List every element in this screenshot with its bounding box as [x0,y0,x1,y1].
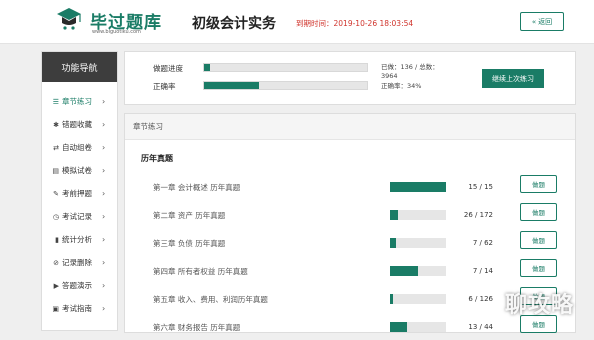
do-questions-button[interactable]: 做题 [520,203,557,221]
chapter-progress-bar [390,182,446,192]
panel-title: 章节练习 [125,114,575,140]
sidebar-item-chapter-practice[interactable]: ☰ 章节练习 › [42,90,119,113]
chevron-right-icon: › [102,166,106,175]
do-questions-button[interactable]: 做题 [520,231,557,249]
chapter-name: 第二章 资产 历年真题 [153,211,226,220]
bar-chart-icon: ▮ [55,235,59,244]
chapter-progress-fill [390,294,393,304]
watermark: 聊攻略 [505,293,575,318]
chapter-count: 13 / 44 [468,323,493,331]
chapter-progress-fill [390,266,418,276]
logo-url: www.biguotiku.com [92,29,141,35]
accuracy-label: 正确率 [153,82,176,91]
progress-bar [203,63,368,72]
chapter-progress-fill [390,182,446,192]
accuracy-text: 正确率：34% [381,82,422,90]
back-button[interactable]: « 返回 [520,12,564,31]
chevron-right-icon: › [102,120,106,129]
clock-icon: ◷ [52,212,59,221]
graduation-cap-logo-icon [57,8,81,30]
sidebar-item-label: 统计分析 [62,235,92,244]
chapter-progress-bar [390,210,446,220]
chapter-progress-bar [390,266,446,276]
sidebar-item-statistics[interactable]: ▮ 统计分析 › [42,228,119,251]
chapter-count: 7 / 14 [472,267,493,275]
page-title: 初级会计实务 [192,16,276,32]
chapter-count: 15 / 15 [468,183,493,191]
chapter-name: 第四章 所有者权益 历年真题 [153,267,248,276]
chapter-count: 26 / 172 [463,211,493,219]
logo[interactable]: 毕过题库 www.biguotiku.com [52,4,186,38]
chevron-right-icon: › [102,235,106,244]
chapter-row: 第四章 所有者权益 历年真题 7 / 14 做题 [125,256,577,284]
chevron-right-icon: › [102,189,106,198]
chapter-row: 第二章 资产 历年真题 26 / 172 做题 [125,200,577,228]
sidebar-item-label: 考前押题 [62,189,92,198]
accuracy-bar [203,81,368,90]
chevron-right-icon: › [102,304,106,313]
do-questions-button[interactable]: 做题 [520,175,557,193]
sidebar-item-label: 自动组卷 [62,143,92,152]
sidebar-item-delete-records[interactable]: ⊘ 记录删除 › [42,251,119,274]
sidebar-item-label: 错题收藏 [62,120,92,129]
progress-label: 做题进度 [153,64,183,73]
play-icon: ▶ [53,281,59,290]
chapter-row: 第一章 会计概述 历年真题 15 / 15 做题 [125,172,577,200]
chapter-count: 7 / 62 [472,239,493,247]
list-icon: ☰ [52,97,59,106]
pushpin-icon: ✎ [53,189,59,198]
sidebar-item-auto-paper[interactable]: ⇄ 自动组卷 › [42,136,119,159]
chapter-name: 第五章 收入、费用、利润历年真题 [153,295,268,304]
sidebar-item-pre-exam[interactable]: ✎ 考前押题 › [42,182,119,205]
sidebar-item-mock-exam[interactable]: ▤ 模拟试卷 › [42,159,119,182]
chevron-right-icon: › [102,212,106,221]
progress-summary: 做题进度 正确率 已做：136 / 总数： 3964 正确率：34% 继续上次练… [124,51,576,105]
do-questions-button[interactable]: 做题 [520,259,557,277]
chapter-name: 第一章 会计概述 历年真题 [153,183,241,192]
done-count: 已做：136 / 总数： 3964 [381,63,439,81]
chevron-right-icon: › [102,97,106,106]
sidebar-item-label: 记录删除 [62,258,92,267]
star-icon: ✱ [53,120,59,129]
sidebar-item-label: 考试指南 [62,304,92,313]
done-count-line1: 已做：136 / 总数： [381,63,439,71]
sidebar-item-wrong-questions[interactable]: ✱ 错题收藏 › [42,113,119,136]
section-title: 历年真题 [141,154,173,163]
briefcase-icon: ▣ [52,304,59,313]
expire-time: 到期时间：2019-10-26 18:03:54 [296,19,414,28]
sidebar-item-label: 章节练习 [62,97,92,106]
chapter-row: 第三章 负债 历年真题 7 / 62 做题 [125,228,577,256]
chapter-progress-bar [390,294,446,304]
sidebar-nav: 功能导航 ☰ 章节练习 › ✱ 错题收藏 › ⇄ 自动组卷 › ▤ 模拟试卷 › ✎ 考前押题 › … [41,51,118,331]
chapter-name: 第三章 负债 历年真题 [153,239,226,248]
sidebar-item-demo[interactable]: ▶ 答题演示 › [42,274,119,297]
chapter-progress-bar [390,238,446,248]
block-icon: ⊘ [53,258,59,267]
sidebar-item-label: 模拟试卷 [62,166,92,175]
accuracy-bar-fill [204,82,260,89]
chapter-progress-fill [390,210,399,220]
chevron-right-icon: › [102,281,106,290]
back-arrow-icon: « [531,17,537,26]
chevron-right-icon: › [102,258,106,267]
paper-icon: ▤ [52,166,59,175]
sidebar-item-label: 考试记录 [62,212,92,221]
shuffle-icon: ⇄ [53,143,59,152]
sidebar-title: 功能导航 [42,52,117,82]
chevron-right-icon: › [102,143,106,152]
sidebar-item-exam-records[interactable]: ◷ 考试记录 › [42,205,119,228]
top-header: 毕过题库 www.biguotiku.com 初级会计实务 到期时间：2019-… [0,0,594,44]
back-label: 返回 [538,17,553,26]
progress-bar-fill [204,64,210,71]
sidebar-item-exam-guide[interactable]: ▣ 考试指南 › [42,297,119,320]
sidebar-item-label: 答题演示 [62,281,92,290]
chapter-count: 6 / 126 [468,295,493,303]
done-count-line2: 3964 [381,72,398,80]
continue-practice-button[interactable]: 继续上次练习 [482,69,544,88]
chapter-progress-fill [390,238,397,248]
